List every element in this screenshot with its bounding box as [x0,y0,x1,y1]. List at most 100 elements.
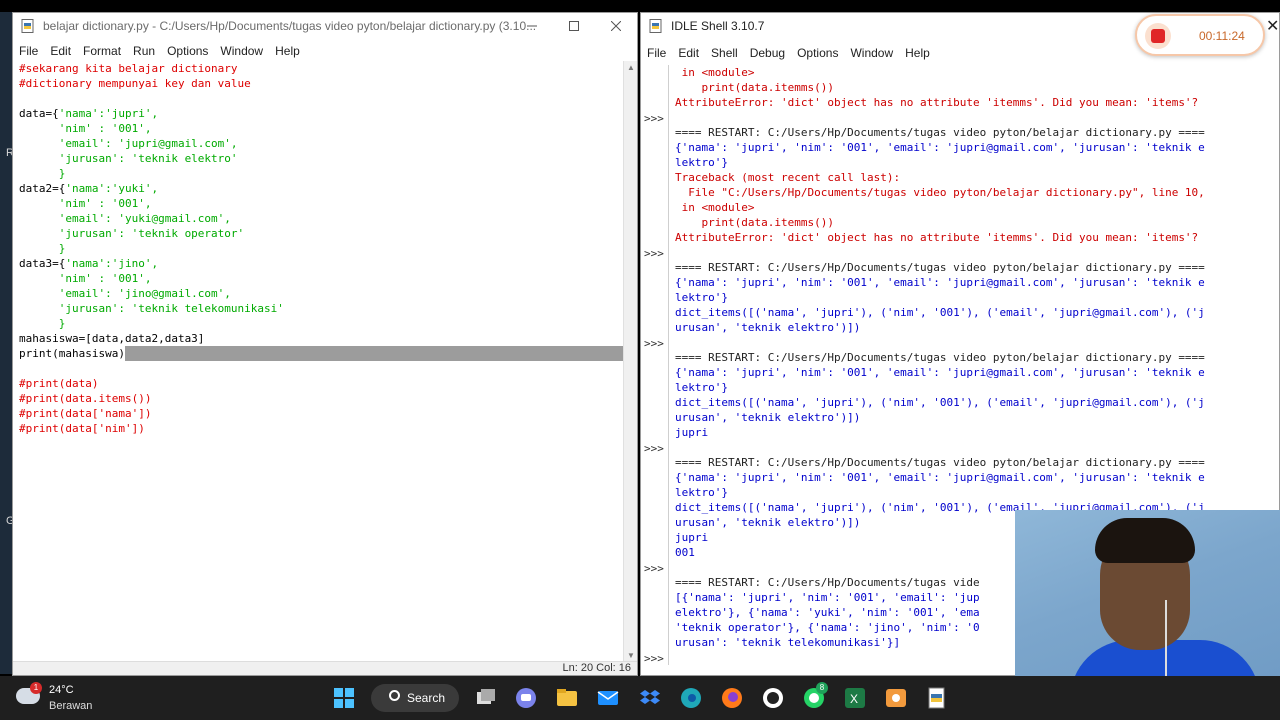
shell-line: lektro'} [675,486,728,499]
menu-window[interactable]: Window [844,46,899,60]
code-line[interactable]: 'nim' : '001', [19,121,627,136]
editor-window[interactable]: belajar dictionary.py - C:/Users/Hp/Docu… [12,12,638,676]
python-idle-icon[interactable] [925,686,949,710]
shell-line: {'nama': 'jupri', 'nim': '001', 'email':… [675,141,1205,154]
file-explorer-icon[interactable] [555,686,579,710]
shell-line: File "C:/Users/Hp/Documents/tugas video … [675,186,1205,199]
selection-highlight [124,346,623,361]
edge-icon[interactable] [679,686,703,710]
code-line[interactable]: #print(data['nim']) [19,421,627,436]
menu-run[interactable]: Run [127,44,161,58]
shell-line: urusan', 'teknik elektro')]) [675,321,861,334]
shell-line: ==== RESTART: C:/Users/Hp/Documents/tuga… [675,261,1205,274]
code-line[interactable]: #sekarang kita belajar dictionary [19,61,627,76]
letterbox-top [0,0,1280,12]
menu-edit[interactable]: Edit [44,44,77,58]
menu-file[interactable]: File [13,44,44,58]
shell-line: in <module> [675,201,755,214]
menu-help[interactable]: Help [899,46,936,60]
shell-line: AttributeError: 'dict' object has no att… [675,231,1199,244]
shell-line: ==== RESTART: C:/Users/Hp/Documents/tuga… [675,456,1205,469]
menu-window[interactable]: Window [214,44,269,58]
menu-debug[interactable]: Debug [744,46,791,60]
close-button[interactable] [595,13,637,39]
code-line[interactable]: } [19,316,627,331]
desktop-background: R G [0,12,15,674]
search-label: Search [407,691,446,705]
minimize-button[interactable] [511,13,553,39]
menu-shell[interactable]: Shell [705,46,744,60]
menu-file[interactable]: File [641,46,672,60]
mail-icon[interactable] [596,686,620,710]
shell-line: lektro'} [675,291,728,304]
code-line[interactable]: data3={'nama':'jino', [19,256,627,271]
close-icon[interactable]: ✕ [1266,16,1279,36]
code-line[interactable]: 'jurusan': 'teknik telekomunikasi' [19,301,627,316]
shell-line: dict_items([('nama', 'jupri'), ('nim', '… [675,306,1205,319]
close-icon [611,21,621,31]
menu-edit[interactable]: Edit [672,46,705,60]
code-line[interactable]: } [19,241,627,256]
editor-title: belajar dictionary.py - C:/Users/Hp/Docu… [43,19,537,33]
shell-line: in <module> [675,66,755,79]
code-line[interactable]: #print(data.items()) [19,391,627,406]
python-shell-icon [649,19,662,33]
windows-start-icon[interactable] [332,686,356,710]
code-line[interactable] [19,91,627,106]
code-line[interactable]: } [19,166,627,181]
code-line[interactable]: data={'nama':'jupri', [19,106,627,121]
code-line[interactable]: 'nim' : '001', [19,196,627,211]
shell-line: lektro'} [675,381,728,394]
taskbar-search[interactable]: Search [371,684,459,712]
shell-line: lektro'} [675,156,728,169]
code-line[interactable]: 'nim' : '001', [19,271,627,286]
dropbox-icon[interactable] [638,686,662,710]
code-line[interactable]: print(mahasiswa) [19,346,627,361]
scroll-up-icon[interactable]: ▲ [624,61,638,75]
code-line[interactable]: mahasiswa=[data,data2,data3] [19,331,627,346]
teams-chat-icon[interactable] [514,686,538,710]
menu-format[interactable]: Format [77,44,127,58]
cursor-position: Ln: 20 Col: 16 [562,662,632,674]
code-line[interactable]: 'email': 'jino@gmail.com', [19,286,627,301]
code-line[interactable]: data2={'nama':'yuki', [19,181,627,196]
shell-line: print(data.itemms()) [675,216,834,229]
shell-line: Traceback (most recent call last): [675,171,901,184]
editor-menubar: File Edit Format Run Options Window Help [13,41,637,61]
editor-scrollbar[interactable]: ▲ ▼ [623,61,637,663]
task-view-icon[interactable] [474,686,498,710]
shell-line: print(data.itemms()) [675,81,834,94]
search-icon [389,690,400,701]
code-line[interactable] [19,361,627,376]
code-line[interactable]: #print(data) [19,376,627,391]
code-line[interactable]: 'jurusan': 'teknik operator' [19,226,627,241]
shell-line: {'nama': 'jupri', 'nim': '001', 'email':… [675,471,1205,484]
menu-options[interactable]: Options [791,46,844,60]
prompt-gutter: >>> >>> >>> >>> >>> >>> [641,65,669,665]
code-line[interactable]: #print(data['nama']) [19,406,627,421]
stop-recording-button[interactable] [1145,23,1171,49]
recorder-icon[interactable] [884,686,908,710]
code-editor[interactable]: #sekarang kita belajar dictionary #dictio… [13,61,627,663]
editor-titlebar[interactable]: belajar dictionary.py - C:/Users/Hp/Docu… [13,13,637,39]
code-line[interactable]: 'jurusan': 'teknik elektro' [19,151,627,166]
screen-recorder-widget: 00:11:24 [1135,14,1265,56]
code-line[interactable]: 'email': 'jupri@gmail.com', [19,136,627,151]
shell-prompt: >>> [644,652,664,665]
excel-icon[interactable]: X [843,686,867,710]
github-icon[interactable] [761,686,785,710]
whatsapp-badge: 8 [816,682,828,694]
code-line[interactable]: #dictionary mempunyai key dan value [19,76,627,91]
menu-help[interactable]: Help [269,44,306,58]
maximize-button[interactable] [553,13,595,39]
weather-widget[interactable]: 1 24°C Berawan [16,682,106,716]
menu-options[interactable]: Options [161,44,214,58]
shell-line: jupri [675,426,709,439]
code-line[interactable]: 'email': 'yuki@gmail.com', [19,211,627,226]
maximize-icon [569,21,579,31]
shell-prompt: >>> [644,562,664,575]
firefox-icon[interactable] [720,686,744,710]
